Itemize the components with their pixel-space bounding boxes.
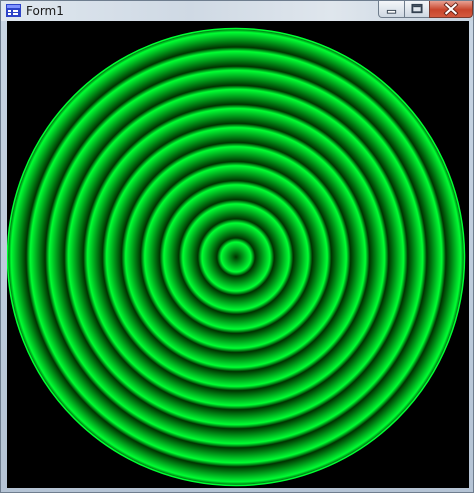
close-icon	[443, 2, 459, 16]
concentric-rings-graphic	[7, 27, 466, 487]
ring-disc	[7, 28, 465, 486]
title-bar[interactable]: Form1	[1, 1, 473, 21]
maximize-icon	[411, 3, 423, 14]
close-button[interactable]	[429, 1, 473, 18]
form-canvas[interactable]	[7, 21, 469, 488]
minimize-icon	[386, 9, 397, 14]
maximize-button[interactable]	[404, 1, 430, 18]
delphi-form-icon	[6, 4, 21, 17]
window-title: Form1	[26, 4, 64, 18]
app-window: Form1	[0, 0, 474, 493]
minimize-button[interactable]	[378, 1, 405, 18]
